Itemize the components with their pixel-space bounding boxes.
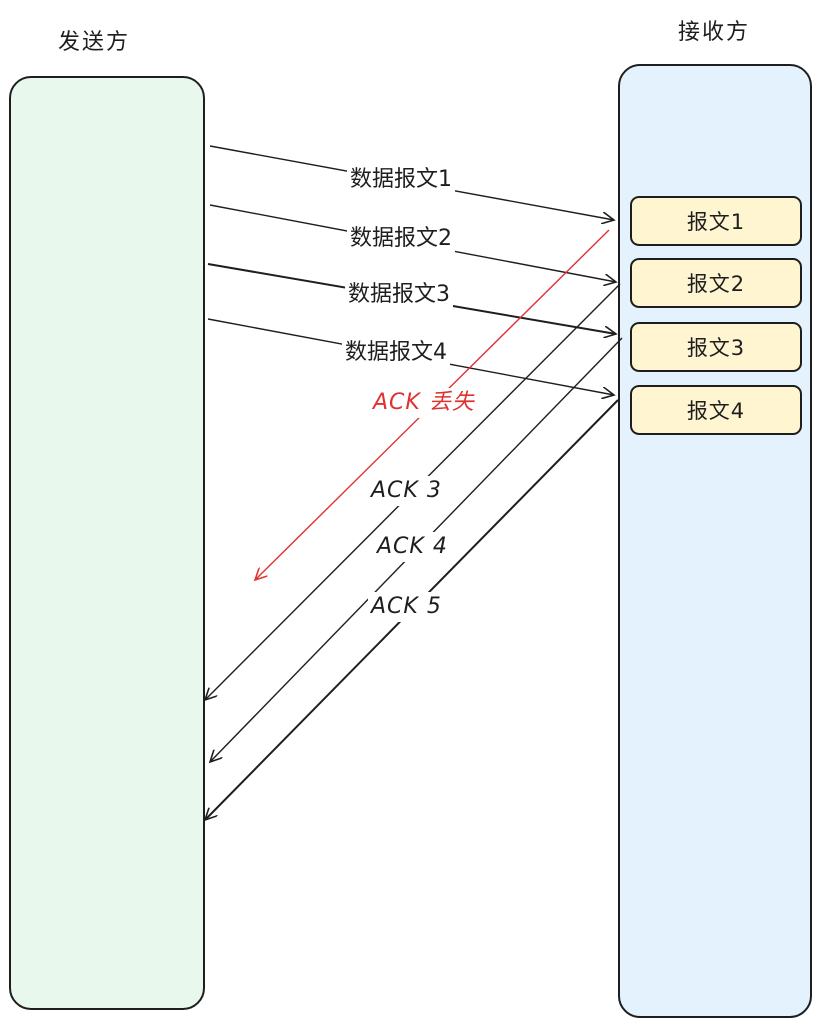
data-message-label-1: 数据报文1 (347, 165, 455, 195)
ack-4-label: ACK 4 (374, 532, 451, 562)
arrows-layer (0, 145, 623, 1026)
ack-3-label: ACK 3 (368, 476, 445, 506)
data-message-label-4: 数据报文4 (342, 338, 450, 368)
ack-5-label: ACK 5 (368, 592, 445, 622)
ack-lost-label: ACK 丢失 (370, 388, 478, 418)
data-message-label-2: 数据报文2 (347, 224, 455, 254)
data-message-label-3: 数据报文3 (345, 280, 453, 310)
